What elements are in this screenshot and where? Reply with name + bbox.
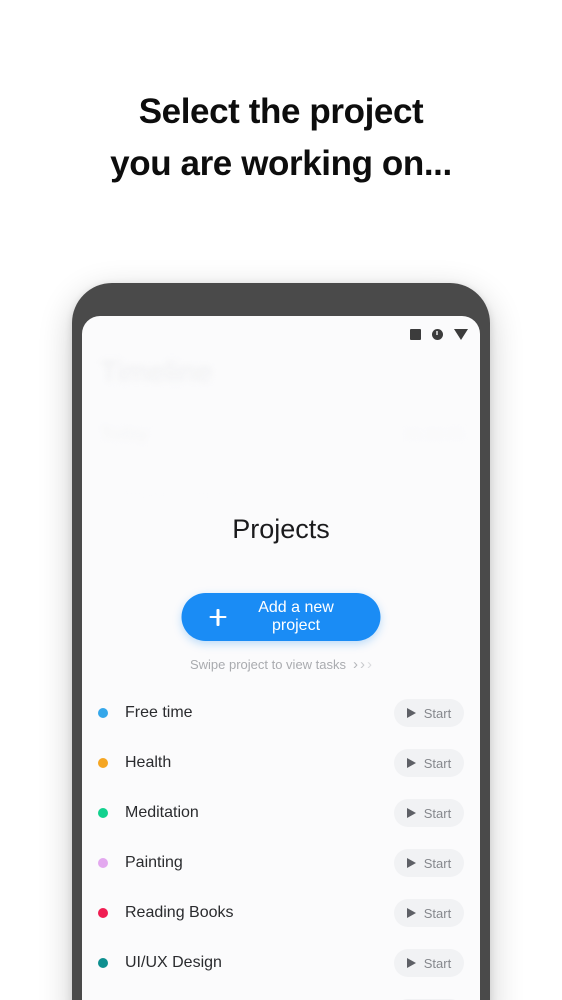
play-icon	[406, 908, 416, 918]
project-name: Reading Books	[125, 904, 234, 921]
start-button-label: Start	[423, 805, 452, 821]
start-timer-button[interactable]: Start	[394, 949, 464, 977]
project-color-dot	[98, 758, 108, 768]
start-timer-button[interactable]: Start	[394, 799, 464, 827]
projects-title: Projects	[232, 514, 330, 544]
start-timer-button[interactable]: Start	[394, 749, 464, 777]
start-button-label: Start	[423, 705, 452, 721]
start-timer-button[interactable]: Start	[394, 849, 464, 877]
project-color-dot	[98, 958, 108, 968]
project-row[interactable]: Health Start	[82, 738, 480, 788]
chevron-right-icon: ›	[367, 656, 373, 673]
start-button-label: Start	[423, 905, 452, 921]
project-row[interactable]: WorkStart	[82, 988, 480, 1000]
start-timer-button[interactable]: Start	[394, 899, 464, 927]
project-name: Meditation	[125, 804, 199, 821]
project-name: Free time	[125, 704, 193, 721]
circle-icon	[432, 328, 443, 340]
project-row[interactable]: Free time Start	[82, 688, 480, 738]
project-name: UI/UX Design	[125, 954, 222, 971]
chevron-group: › › ›	[353, 656, 373, 673]
project-list: Free time Start Health Start Meditation Start…	[82, 688, 480, 1000]
projects-sheet: Projects Add a new project Swipe project…	[82, 316, 480, 1000]
page-title-line-1: Select the project	[138, 92, 424, 131]
project-row[interactable]: Painting Start	[82, 838, 480, 888]
play-icon	[406, 858, 416, 868]
project-color-dot	[98, 858, 108, 868]
project-row[interactable]: Reading Books Start	[82, 888, 480, 938]
page-title: Select the project you are working on...	[0, 86, 562, 190]
swipe-hint-text: Swipe project to view tasks	[189, 657, 347, 672]
play-icon	[406, 758, 416, 768]
square-icon	[410, 328, 421, 340]
play-icon	[406, 708, 416, 718]
start-timer-button[interactable]: Start	[394, 699, 464, 727]
play-icon	[406, 958, 416, 968]
project-row[interactable]: UI/UX Design Start	[82, 938, 480, 988]
status-bar	[410, 326, 468, 342]
add-new-project-label: Add a new project	[258, 599, 334, 634]
chevron-right-icon: ›	[360, 656, 366, 673]
plus-icon	[209, 608, 227, 626]
project-color-dot	[98, 808, 108, 818]
phone-screen: Timeline Today 01:32:25 Prepare conferen…	[82, 316, 480, 1000]
phone-device-frame: Timeline Today 01:32:25 Prepare conferen…	[72, 283, 490, 1000]
triangle-down-icon	[454, 328, 468, 340]
project-color-dot	[98, 708, 108, 718]
project-row[interactable]: Meditation Start	[82, 788, 480, 838]
project-name: Painting	[125, 854, 183, 871]
swipe-hint: Swipe project to view tasks › › ›	[82, 657, 480, 672]
project-name: Health	[125, 754, 172, 771]
start-button-label: Start	[423, 855, 452, 871]
play-icon	[406, 808, 416, 818]
project-color-dot	[98, 908, 108, 918]
start-button-label: Start	[423, 755, 452, 771]
add-new-project-button[interactable]: Add a new project	[181, 593, 381, 641]
page-title-line-2: you are working on...	[110, 144, 452, 183]
screenshot-root: Select the project you are working on...…	[0, 0, 562, 1000]
start-button-label: Start	[423, 955, 452, 971]
chevron-right-icon: ›	[353, 656, 359, 673]
